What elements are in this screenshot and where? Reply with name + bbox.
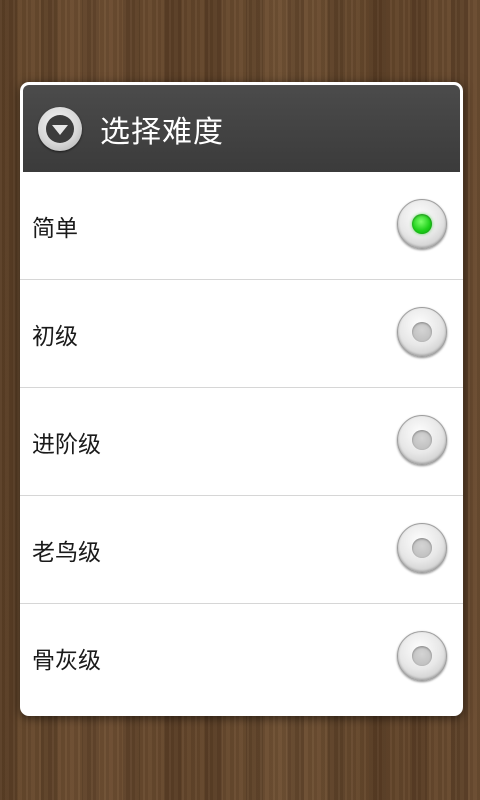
radio-button[interactable] <box>397 631 447 681</box>
option-beginner[interactable]: 初级 <box>20 280 463 388</box>
option-label: 简单 <box>32 215 78 242</box>
option-label: 老鸟级 <box>32 539 101 566</box>
option-advanced[interactable]: 进阶级 <box>20 388 463 496</box>
radio-dot <box>412 321 432 342</box>
radio-button[interactable] <box>397 414 447 465</box>
difficulty-options: 简单 初级 进阶级 老鸟级 骨灰级 <box>20 172 463 712</box>
triangle-down-glyph <box>52 125 68 135</box>
option-hardcore[interactable]: 骨灰级 <box>20 604 463 712</box>
option-easy[interactable]: 简单 <box>20 172 463 280</box>
option-label: 骨灰级 <box>32 648 101 674</box>
radio-dot <box>412 537 432 558</box>
radio-dot <box>412 213 432 234</box>
dialog-title: 选择难度 <box>100 114 224 150</box>
radio-dot <box>412 429 432 450</box>
radio-dot <box>412 646 432 666</box>
radio-button[interactable] <box>397 198 447 249</box>
radio-button[interactable] <box>397 522 447 573</box>
dropdown-circle-icon <box>38 106 82 151</box>
difficulty-dialog: 选择难度 简单 初级 进阶级 老鸟级 骨灰级 <box>20 82 463 716</box>
radio-button[interactable] <box>397 306 447 357</box>
option-veteran[interactable]: 老鸟级 <box>20 496 463 604</box>
dialog-header: 选择难度 <box>23 85 460 172</box>
dropdown-circle-icon-inner <box>46 114 74 143</box>
option-label: 进阶级 <box>32 431 101 458</box>
option-label: 初级 <box>32 323 78 350</box>
